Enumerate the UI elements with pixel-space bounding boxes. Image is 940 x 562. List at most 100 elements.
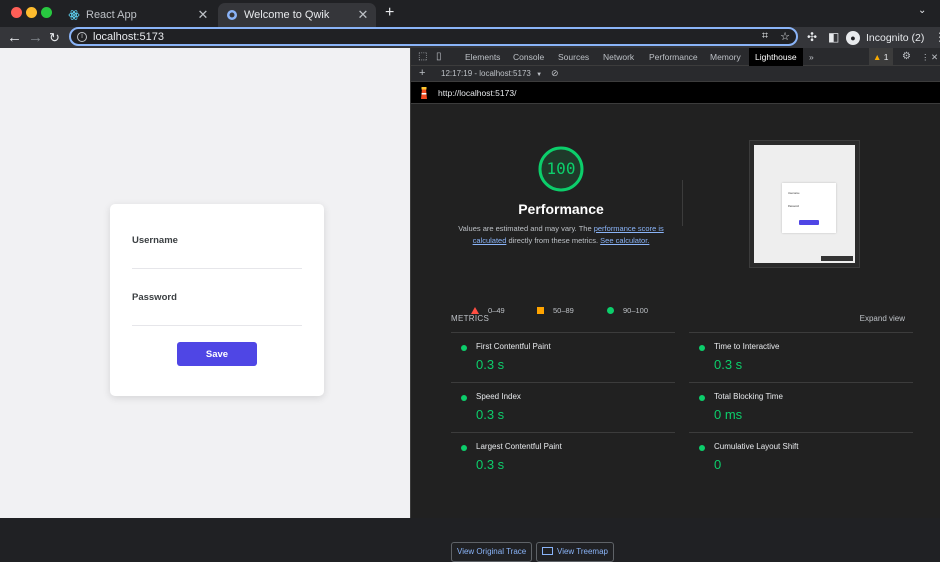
thumbnail-caption (821, 256, 853, 261)
triangle-icon (471, 307, 479, 314)
dropdown-caret-icon: ▼ (536, 72, 543, 78)
metric-total-blocking-time: Total Blocking Time 0 ms (689, 382, 913, 432)
desc-text: directly from these metrics. (506, 236, 601, 245)
metric-speed-index: Speed Index 0.3 s (451, 382, 675, 432)
tab-sources[interactable]: Sources (558, 48, 589, 66)
tab-performance[interactable]: Performance (649, 48, 698, 66)
bookmark-star-icon[interactable]: ☆ (780, 30, 790, 43)
side-panel-icon[interactable]: ◧ (828, 29, 839, 46)
info-icon[interactable]: i (77, 31, 87, 42)
zoom-window-button[interactable] (41, 7, 52, 18)
thumbnail-save-button (799, 220, 819, 225)
thumbnail-password-label: Password (788, 205, 799, 208)
more-tabs-icon[interactable]: » (809, 48, 814, 66)
warning-count: 1 (883, 52, 889, 62)
performance-score: 100 (546, 159, 576, 178)
save-button[interactable]: Save (177, 342, 257, 366)
tab-lighthouse[interactable]: Lighthouse (749, 48, 803, 66)
profile-label: Incognito (2) (866, 31, 925, 44)
view-treemap-button[interactable]: View Treemap (536, 542, 614, 562)
metric-cumulative-layout-shift: Cumulative Layout Shift 0 (689, 432, 913, 482)
browser-toolbar: ← → ↻ i localhost:5173 ⌗ ☆ ✣ ◧ ● Incogni… (0, 27, 940, 48)
username-input[interactable] (132, 253, 302, 269)
report-select[interactable]: 12:17:19 - localhost:5173 ▼ (441, 69, 542, 78)
pass-dot-icon (461, 345, 467, 351)
warning-icon: ▲ (873, 52, 882, 62)
score-description: Values are estimated and may vary. The p… (451, 223, 671, 247)
metric-label: First Contentful Paint (476, 342, 551, 351)
metric-value: 0 (714, 457, 722, 472)
metric-first-contentful-paint: First Contentful Paint 0.3 s (451, 332, 675, 382)
address-bar[interactable]: i localhost:5173 ⌗ ☆ (69, 27, 798, 46)
square-icon (537, 307, 544, 314)
new-report-icon[interactable]: + (419, 67, 425, 79)
tab-memory[interactable]: Memory (710, 48, 741, 66)
devtools-panel: ⬚ ▯ Elements Console Sources Network Per… (410, 48, 940, 562)
login-card: Username Password Save (110, 204, 324, 396)
divider (682, 180, 683, 226)
tab-elements[interactable]: Elements (465, 48, 500, 66)
metric-label: Speed Index (476, 392, 521, 401)
lighthouse-report: 100 Performance Values are estimated and… (411, 104, 940, 562)
tab-network[interactable]: Network (603, 48, 634, 66)
forward-arrow-icon[interactable]: → (28, 27, 43, 48)
report-select-label: 12:17:19 - localhost:5173 (441, 69, 531, 78)
password-input[interactable] (132, 310, 302, 326)
tab-console[interactable]: Console (513, 48, 544, 66)
final-screenshot-thumbnail[interactable]: Username Password (749, 140, 860, 268)
tab-title: Welcome to Qwik (244, 9, 330, 21)
menu-kebab-icon[interactable]: ⋮ (934, 29, 940, 46)
metrics-heading: METRICS (451, 314, 490, 323)
metric-largest-contentful-paint: Largest Contentful Paint 0.3 s (451, 432, 675, 482)
minimize-window-button[interactable] (26, 7, 37, 18)
view-treemap-label: View Treemap (557, 547, 608, 556)
pass-dot-icon (699, 445, 705, 451)
close-tab-icon[interactable]: ✕ (196, 7, 210, 23)
url-text: localhost:5173 (93, 30, 164, 43)
pass-dot-icon (461, 395, 467, 401)
metric-label: Largest Contentful Paint (476, 442, 562, 451)
browser-tab-strip: React App ✕ Welcome to Qwik ✕ + ⌄ (0, 0, 940, 27)
metric-label: Total Blocking Time (714, 392, 783, 401)
devtools-menu-icon[interactable]: ⋮ (921, 48, 930, 66)
qr-code-icon[interactable]: ⌗ (762, 30, 768, 43)
thumbnail-login-card: Username Password (782, 183, 836, 233)
tab-react-app[interactable]: React App ✕ (62, 3, 216, 27)
inspect-element-icon[interactable]: ⬚ (418, 48, 427, 66)
lighthouse-toolbar: + 12:17:19 - localhost:5173 ▼ ⊘ (411, 66, 940, 82)
devtools-tab-bar: ⬚ ▯ Elements Console Sources Network Per… (411, 48, 940, 66)
tab-welcome-to-qwik[interactable]: Welcome to Qwik ✕ (218, 3, 376, 27)
settings-gear-icon[interactable]: ⚙ (902, 48, 911, 66)
lighthouse-url-bar: http://localhost:5173/ (411, 82, 940, 104)
metric-label: Cumulative Layout Shift (714, 442, 799, 451)
metrics-header: METRICS Expand view (451, 314, 913, 330)
profile-button[interactable]: ● Incognito (2) (846, 29, 924, 46)
page-viewport: Username Password Save (0, 48, 410, 518)
extensions-puzzle-icon[interactable]: ✣ (807, 29, 817, 46)
device-toolbar-icon[interactable]: ▯ (436, 48, 442, 66)
view-original-trace-button[interactable]: View Original Trace (451, 542, 533, 562)
globe-icon (227, 10, 237, 20)
metric-label: Time to Interactive (714, 342, 780, 351)
username-label: Username (132, 235, 178, 246)
password-label: Password (132, 292, 177, 303)
close-tab-icon[interactable]: ✕ (356, 7, 370, 23)
pass-dot-icon (461, 445, 467, 451)
report-url[interactable]: http://localhost:5173/ (438, 88, 516, 98)
see-calculator-link[interactable]: See calculator. (600, 236, 649, 245)
reload-icon[interactable]: ↻ (49, 27, 60, 48)
clear-reports-icon[interactable]: ⊘ (551, 68, 559, 79)
close-window-button[interactable] (11, 7, 22, 18)
category-title: Performance (518, 201, 604, 217)
tab-search-chevron-icon[interactable]: ⌄ (918, 5, 926, 16)
metric-value: 0.3 s (476, 457, 505, 472)
warnings-badge[interactable]: ▲ 1 (869, 48, 893, 66)
treemap-icon (542, 547, 553, 555)
close-devtools-icon[interactable]: ✕ (931, 48, 938, 66)
expand-view-toggle[interactable]: Expand view (860, 314, 905, 323)
new-tab-button[interactable]: + (385, 4, 394, 22)
metric-value: 0.3 s (714, 357, 743, 372)
thumbnail-username-label: Username (788, 192, 800, 195)
incognito-icon: ● (846, 30, 860, 45)
back-arrow-icon[interactable]: ← (7, 27, 22, 48)
